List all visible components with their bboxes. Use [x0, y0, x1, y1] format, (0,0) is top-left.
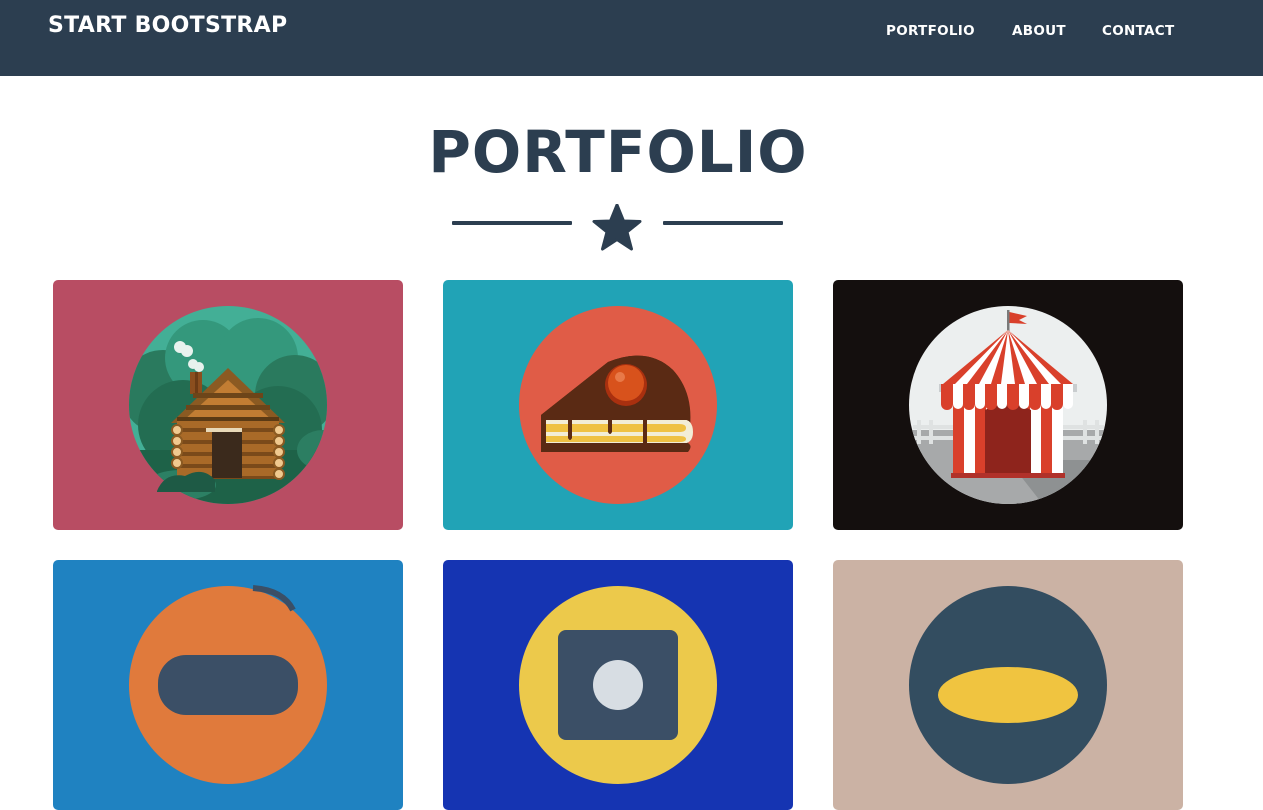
- portfolio-item-game-controller[interactable]: [53, 560, 403, 810]
- portfolio-grid: [0, 0, 1263, 810]
- safe-icon: [443, 560, 793, 810]
- cabin-icon: [53, 280, 403, 530]
- portfolio-item-submarine[interactable]: [833, 560, 1183, 810]
- portfolio-item-circus-tent[interactable]: [833, 280, 1183, 530]
- portfolio-item-cake[interactable]: [443, 280, 793, 530]
- circus-tent-icon: [833, 280, 1183, 530]
- cake-icon: [443, 280, 793, 530]
- game-controller-icon: [53, 560, 403, 810]
- submarine-icon: [833, 560, 1183, 810]
- portfolio-item-cabin[interactable]: [53, 280, 403, 530]
- portfolio-item-safe[interactable]: [443, 560, 793, 810]
